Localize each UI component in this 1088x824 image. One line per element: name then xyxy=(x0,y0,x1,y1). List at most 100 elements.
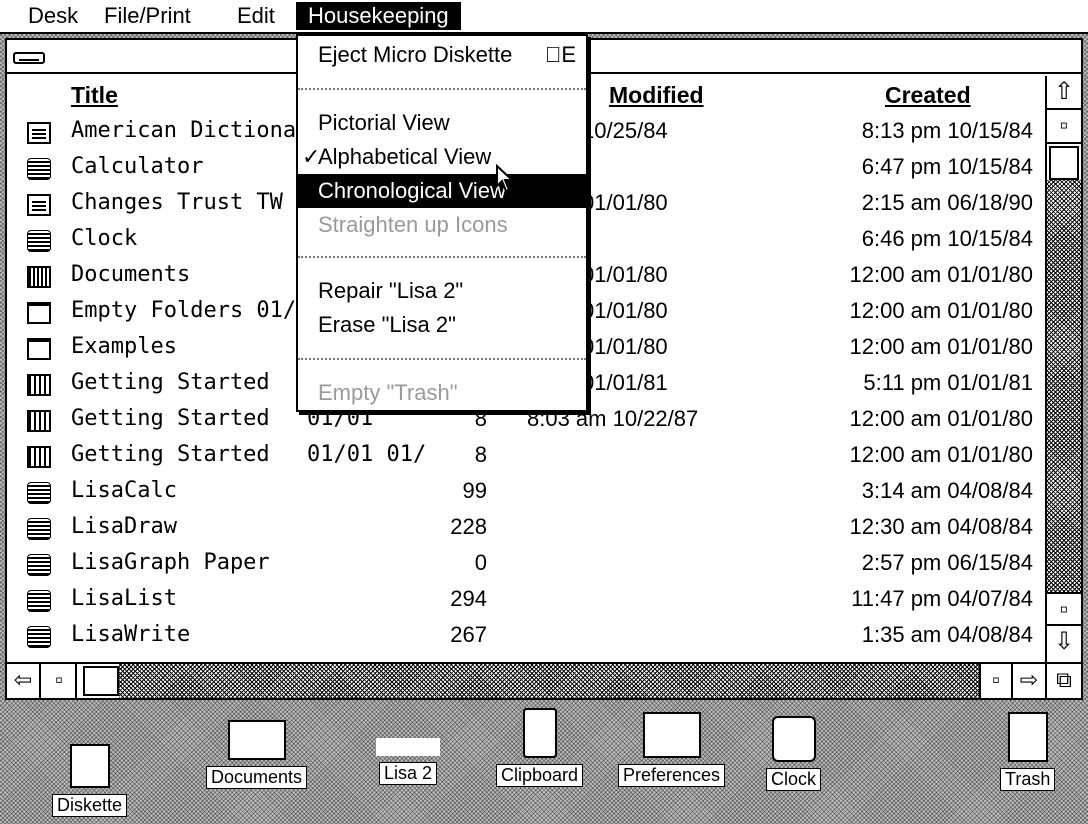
folder-filled-icon xyxy=(27,266,51,288)
file-size: 294 xyxy=(450,586,487,611)
file-title: LisaCalc xyxy=(71,478,177,503)
horizontal-scroll-thumb[interactable] xyxy=(83,666,119,696)
menu-separator xyxy=(298,256,586,258)
menu-item-erase[interactable]: Erase "Lisa 2" xyxy=(298,308,586,342)
housekeeping-menu: Eject Micro Diskette E Pictorial View ✓… xyxy=(296,34,588,412)
file-size: 99 xyxy=(462,478,487,503)
file-created: 12:00 am 01/01/80 xyxy=(849,298,1033,323)
folder-icon xyxy=(27,302,51,324)
tool-icon xyxy=(27,482,51,504)
resize-box-icon[interactable]: ⧉ xyxy=(1047,664,1081,698)
page-down-icon[interactable]: ▫ xyxy=(1047,592,1081,626)
menu-item-empty-trash: Empty "Trash" xyxy=(318,380,458,405)
trash-can-icon xyxy=(1007,712,1048,762)
file-size: 0 xyxy=(474,550,487,575)
file-created: 2:15 am 06/18/90 xyxy=(861,190,1033,215)
hard-disk-icon[interactable] xyxy=(13,52,45,64)
tool-icon xyxy=(27,554,51,576)
menu-separator xyxy=(298,358,586,360)
file-title: LisaDraw xyxy=(71,514,177,539)
file-created: 3:14 am 04/08/84 xyxy=(861,478,1033,503)
file-row[interactable]: Getting Started 01/01 01/8 12:00 am 01/01/… xyxy=(7,440,1047,474)
diskette-icon xyxy=(69,744,110,788)
shortcut-key: E xyxy=(561,42,576,67)
desktop-icon-trash[interactable]: Trash xyxy=(1000,712,1056,791)
page-right-icon[interactable]: ▫ xyxy=(979,664,1013,698)
scroll-left-arrow-icon[interactable]: ⇦ xyxy=(7,664,41,698)
file-created: 12:00 am 01/01/80 xyxy=(849,442,1033,467)
vertical-scrollbar[interactable]: ⇧ ▫ ▫ ⇩ xyxy=(1045,76,1081,662)
file-title: Getting Started xyxy=(71,406,270,431)
file-row[interactable]: LisaList 294 11:47 pm 04/07/84 xyxy=(7,584,1047,618)
tool-icon xyxy=(27,158,51,180)
pointer-cursor-icon xyxy=(496,164,515,193)
clock-icon xyxy=(771,716,816,762)
file-created: 6:47 pm 10/15/84 xyxy=(861,154,1033,179)
file-title: LisaList xyxy=(71,586,177,611)
column-header-created[interactable]: Created xyxy=(885,82,971,109)
menu-item-label: Eject Micro Diskette xyxy=(318,42,513,67)
preferences-computer-icon xyxy=(642,712,701,758)
file-row[interactable]: LisaGraph Paper 0 2:57 pm 06/15/84 xyxy=(7,548,1047,582)
scroll-up-arrow-icon[interactable]: ⇧ xyxy=(1047,76,1081,110)
file-size: 228 xyxy=(450,514,487,539)
file-row[interactable]: LisaCalc 99 3:14 am 04/08/84 xyxy=(7,476,1047,510)
file-created: 6:46 pm 10/15/84 xyxy=(861,226,1033,251)
file-size: 267 xyxy=(450,622,487,647)
stack-icon xyxy=(27,374,51,396)
menu-item-straighten-up-icons: Straighten up Icons xyxy=(318,212,508,237)
file-created: 1:35 am 04/08/84 xyxy=(861,622,1033,647)
column-header-title[interactable]: Title xyxy=(71,82,118,109)
menu-desk[interactable]: Desk xyxy=(16,2,90,30)
stack-icon xyxy=(27,410,51,432)
menu-bar: Desk File/Print Edit Housekeeping xyxy=(0,0,1088,34)
file-created: 8:13 pm 10/15/84 xyxy=(861,118,1033,143)
file-title: Examples xyxy=(71,334,177,359)
file-created: 12:00 am 01/01/80 xyxy=(849,262,1033,287)
desktop-icon-clock[interactable]: Clock xyxy=(766,716,822,791)
file-title: American Dictiona xyxy=(71,118,297,143)
vertical-scroll-track[interactable] xyxy=(1047,180,1081,592)
file-created: 2:57 pm 06/15/84 xyxy=(861,550,1033,575)
desktop-icon-diskette[interactable]: Diskette xyxy=(52,744,128,817)
column-header-modified[interactable]: Modified xyxy=(609,82,704,109)
file-title: LisaWrite xyxy=(71,622,191,647)
file-row[interactable]: LisaDraw 228 12:30 am 04/08/84 xyxy=(7,512,1047,546)
menu-housekeeping[interactable]: Housekeeping xyxy=(296,2,461,30)
file-title: Clock xyxy=(71,226,138,251)
hard-disk-icon xyxy=(376,738,440,756)
desktop-icon-lisa-2[interactable]: Lisa 2 xyxy=(376,738,440,785)
desktop-icon-preferences[interactable]: Preferences xyxy=(618,712,726,787)
checkmark-icon: ✓ xyxy=(302,144,321,169)
apple-icon:  xyxy=(545,42,562,67)
desktop-icon-label: Lisa 2 xyxy=(378,762,438,785)
horizontal-scrollbar[interactable]: ⇦ ▫ ▫ ⇨ ⧉ xyxy=(7,662,1081,698)
scroll-right-arrow-icon[interactable]: ⇨ xyxy=(1013,664,1047,698)
vertical-scroll-thumb[interactable] xyxy=(1049,146,1079,180)
desktop-icon-documents[interactable]: Documents xyxy=(206,720,308,789)
desktop-icon-label: Clipboard xyxy=(496,764,584,787)
desktop-icon-label: Preferences xyxy=(618,764,726,787)
menu-file-print[interactable]: File/Print xyxy=(92,2,203,30)
folder-icon xyxy=(27,338,51,360)
file-created: 12:00 am 01/01/80 xyxy=(849,334,1033,359)
file-date: 01/01 01/ xyxy=(307,442,427,467)
document-icon xyxy=(27,122,51,144)
menu-item-pictorial-view[interactable]: Pictorial View xyxy=(298,106,586,140)
file-row[interactable]: LisaWrite 267 1:35 am 04/08/84 xyxy=(7,620,1047,654)
desktop-icon-label: Documents xyxy=(206,766,308,789)
menu-item-chronological-view[interactable]: Chronological View xyxy=(298,174,586,208)
menu-item-alphabetical-view[interactable]: ✓ Alphabetical View xyxy=(298,140,586,174)
horizontal-scroll-track[interactable] xyxy=(119,664,979,698)
menu-item-eject-micro-diskette[interactable]: Eject Micro Diskette E xyxy=(298,38,586,72)
file-title: Getting Started xyxy=(71,442,270,467)
tool-icon xyxy=(27,590,51,612)
menu-edit[interactable]: Edit xyxy=(225,2,287,30)
page-left-icon[interactable]: ▫ xyxy=(43,664,77,698)
scroll-down-arrow-icon[interactable]: ⇩ xyxy=(1047,626,1081,660)
tool-icon xyxy=(27,230,51,252)
page-up-icon[interactable]: ▫ xyxy=(1047,110,1081,144)
desktop-icon-clipboard[interactable]: Clipboard xyxy=(496,708,584,787)
menu-item-repair[interactable]: Repair "Lisa 2" xyxy=(298,274,586,308)
file-created: 5:11 pm 01/01/81 xyxy=(863,370,1033,395)
